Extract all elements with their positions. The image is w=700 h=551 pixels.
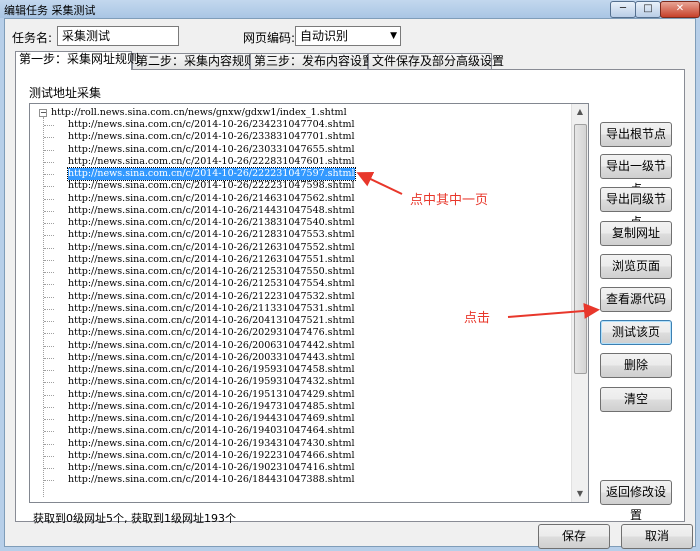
- annotation-arrow-click: [507, 302, 600, 319]
- tab-url-rules[interactable]: 第一步：采集网址规则: [15, 51, 139, 70]
- annotation-select-hint: 点中其中一页: [410, 193, 489, 208]
- annotation-arrow-select: [356, 171, 403, 195]
- annotation-click-hint: 点击: [464, 311, 491, 326]
- edit-task-window: 编辑任务 采集测试 ─ □ ✕ 任务名: 采集测试 网页编码: 自动识别 ▼ 第…: [0, 0, 700, 551]
- annotation-layer: [356, 171, 600, 319]
